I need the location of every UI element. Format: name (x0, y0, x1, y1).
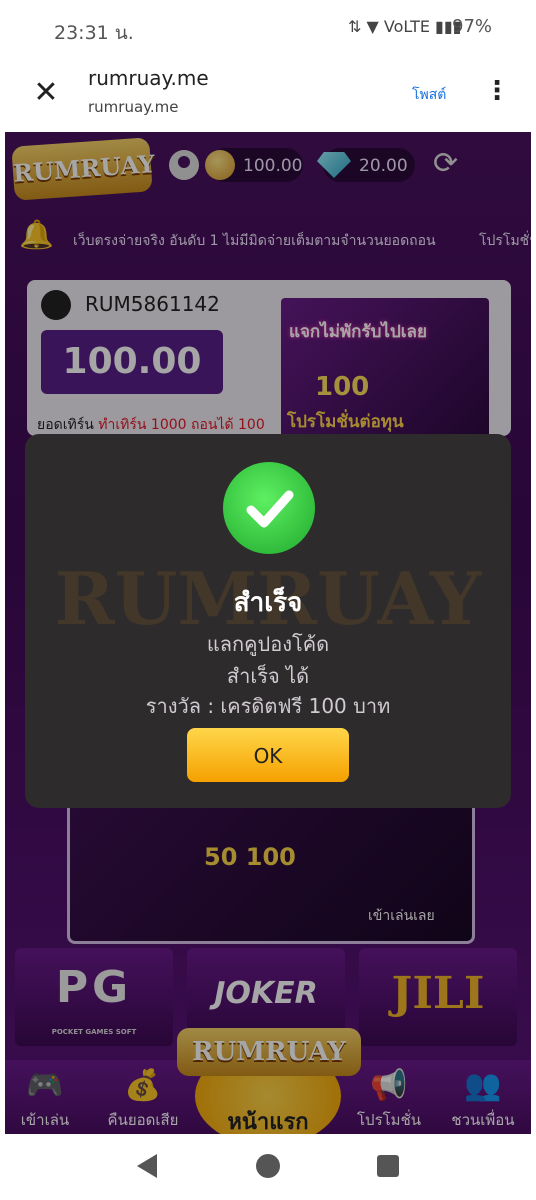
more-menu-icon[interactable]: ⋮ (484, 76, 510, 106)
share-button[interactable]: โพสต์ (412, 84, 446, 106)
page-title: rumruay.me (88, 66, 209, 90)
web-page: RUMRUAY 100.00 20.00 ⟳ 🔔 เว็บตรงจ่ายจริง… (5, 132, 531, 1134)
home-icon[interactable] (256, 1154, 280, 1178)
battery-level: 97% (452, 16, 493, 37)
dialog-message-line2: สำเร็จ ได้ (226, 664, 310, 688)
dialog-message-line1: แลกคูปองโค้ด (206, 632, 330, 656)
ok-button[interactable]: OK (187, 728, 349, 782)
status-time: 23:31 น. (54, 22, 134, 44)
recent-apps-icon[interactable] (377, 1155, 399, 1177)
back-icon[interactable] (137, 1154, 157, 1178)
checkmark-icon (246, 490, 294, 528)
status-bar: 23:31 น. ⇅ ▼ VoLTE ▮▮▮ 97% (0, 0, 536, 56)
signal-icons: ⇅ ▼ VoLTE ▮▮▮ (348, 17, 462, 36)
dialog-title: สำเร็จ (233, 588, 303, 618)
browser-toolbar: ✕ rumruay.me rumruay.me โพสต์ ⋮ (0, 56, 536, 132)
close-icon[interactable]: ✕ (28, 75, 64, 111)
dialog-reward-line: รางวัล : เครดิตฟรี 100 บาท (145, 694, 391, 718)
page-url: rumruay.me (88, 98, 179, 116)
